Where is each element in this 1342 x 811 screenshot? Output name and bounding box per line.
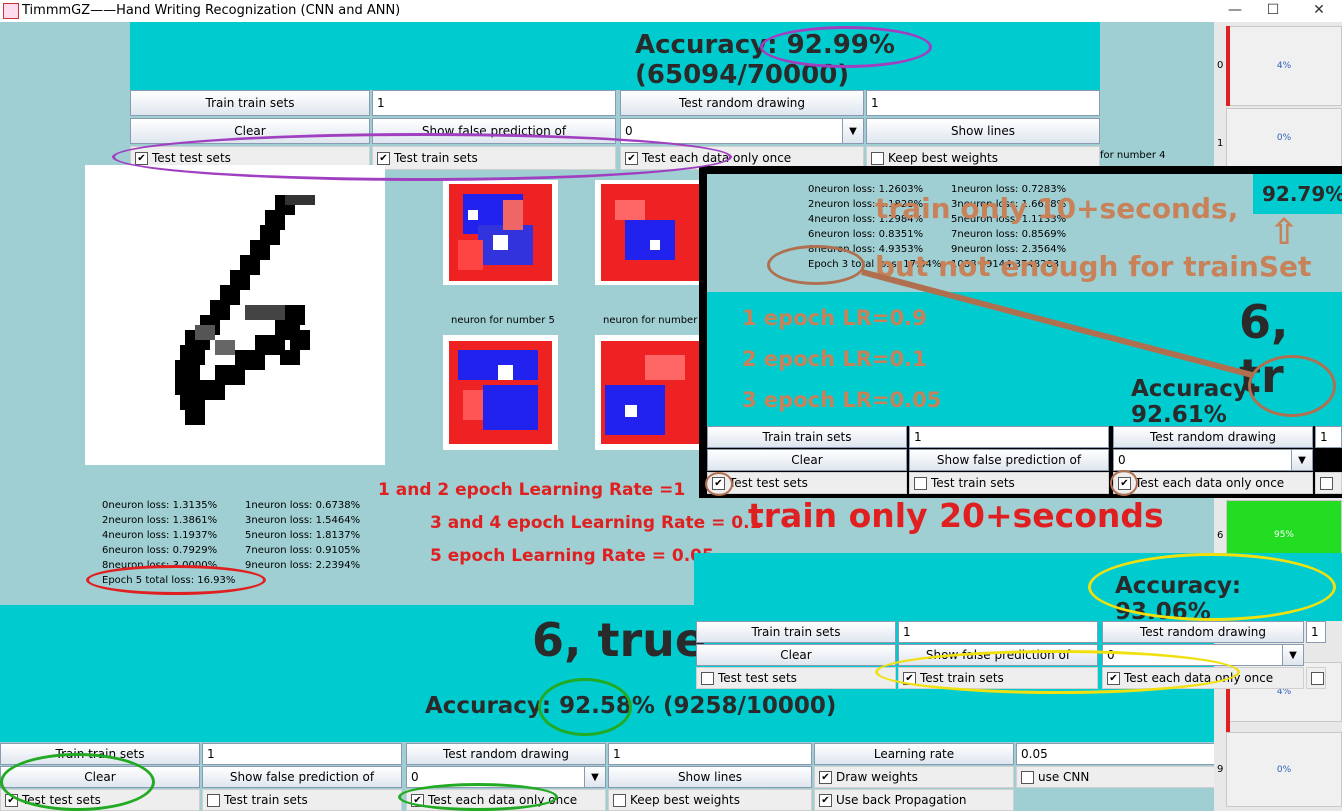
annotation-connector [861,269,1253,378]
